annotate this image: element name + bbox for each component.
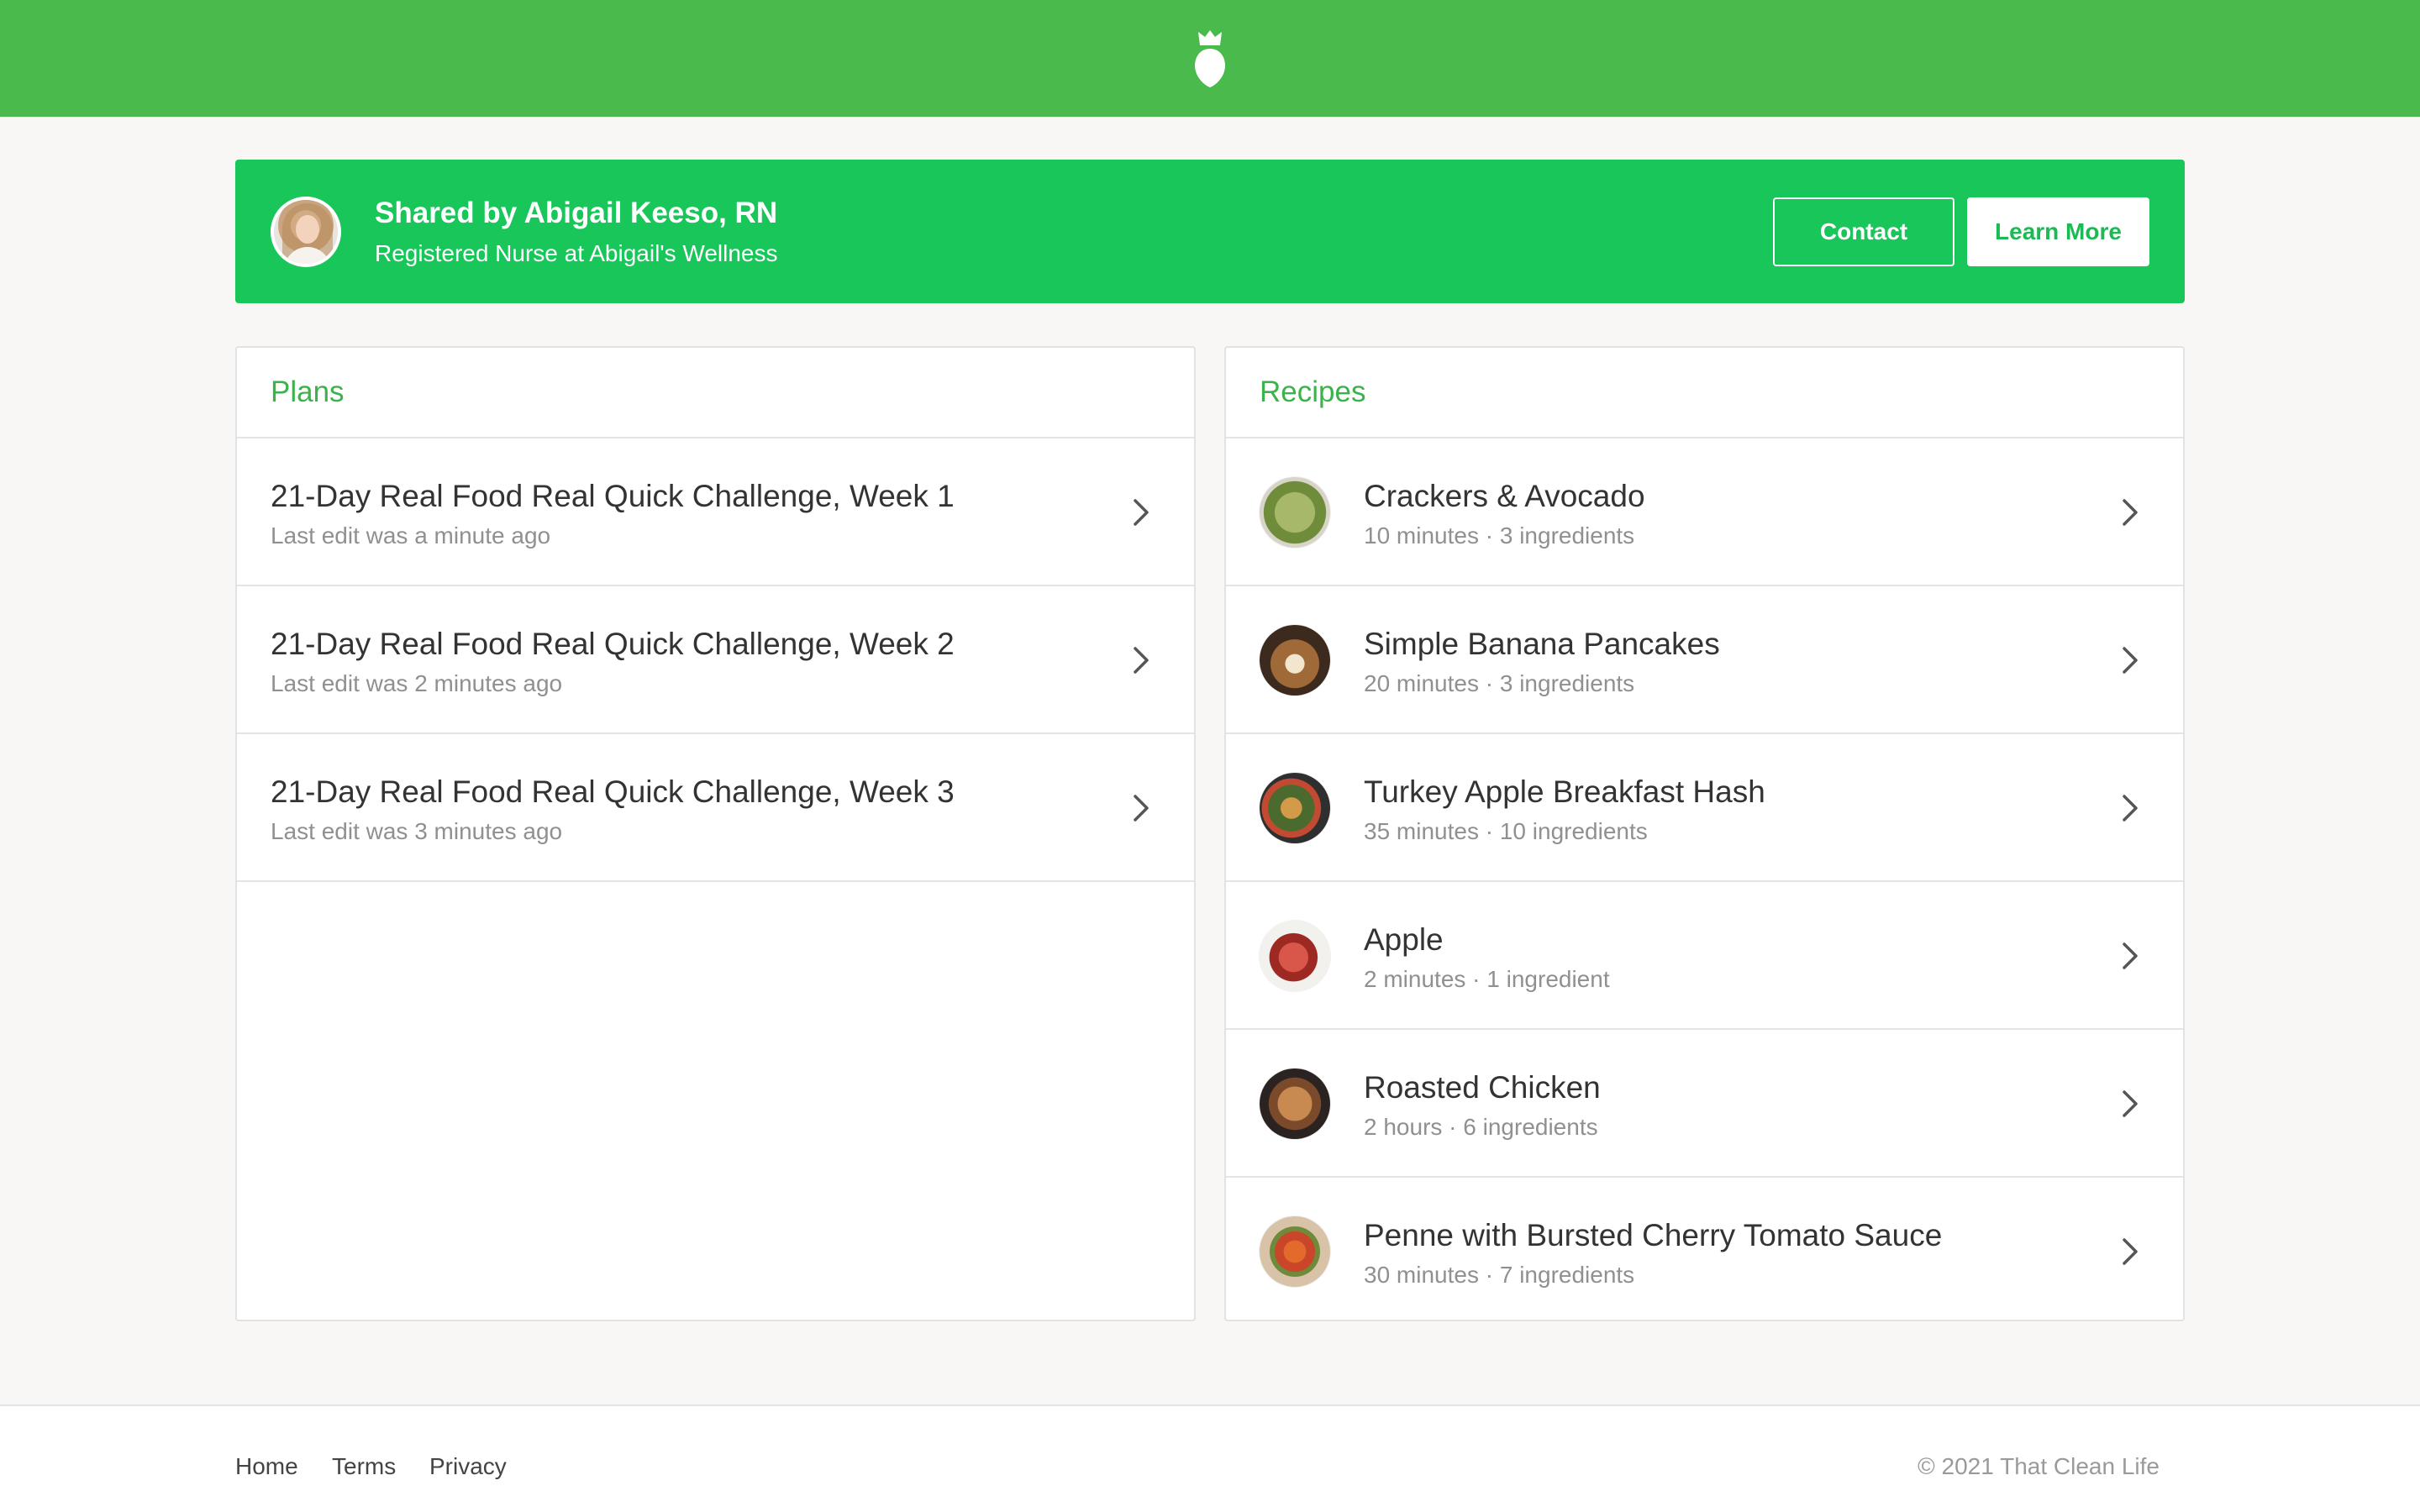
plans-header: Plans [237,348,1194,438]
plan-last-edit: Last edit was a minute ago [271,522,551,549]
recipe-meta: 10 minutes · 3 ingredients [1364,522,1635,549]
chevron-right-icon [1134,647,1149,674]
recipe-meta: 2 minutes · 1 ingredient [1364,966,1610,992]
recipe-meta: 20 minutes · 3 ingredients [1364,670,1635,696]
plans-panel: Plans 21-Day Real Food Real Quick Challe… [235,346,1196,1321]
plan-last-edit: Last edit was 2 minutes ago [271,670,563,696]
chevron-right-icon [1134,499,1149,526]
recipe-title: Simple Banana Pancakes [1364,627,1720,661]
chevron-right-icon [2123,499,2138,526]
plan-title: 21-Day Real Food Real Quick Challenge, W… [271,774,955,809]
recipe-thumbnail [1260,773,1330,843]
recipe-title: Apple [1364,922,1444,957]
plan-last-edit: Last edit was 3 minutes ago [271,818,563,844]
sprout-logo-icon[interactable] [1190,29,1230,89]
chevron-right-icon [2123,647,2138,674]
chevron-right-icon [2123,1238,2138,1265]
shared-by-title: Shared by Abigail Keeso, RN [375,197,778,229]
chevron-right-icon [2123,942,2138,969]
top-bar [0,0,2420,117]
recipe-meta: 35 minutes · 10 ingredients [1364,818,1648,844]
recipes-panel: Recipes Crackers & Avocado 10 minutes · … [1224,346,2185,1321]
avatar [271,197,341,267]
chevron-right-icon [1134,795,1149,822]
learn-more-button[interactable]: Learn More [1967,197,2149,266]
plans-title: Plans [271,375,345,408]
recipe-thumbnail [1260,477,1330,548]
footer: Home Terms Privacy © 2021 That Clean Lif… [0,1404,2420,1512]
recipe-item[interactable]: Apple 2 minutes · 1 ingredient [1226,882,2183,1030]
contact-button[interactable]: Contact [1773,197,1954,266]
plan-title: 21-Day Real Food Real Quick Challenge, W… [271,479,955,513]
recipe-title: Crackers & Avocado [1364,479,1645,513]
copyright-text: © 2021 That Clean Life [1918,1453,2160,1479]
plan-item[interactable]: 21-Day Real Food Real Quick Challenge, W… [237,438,1194,586]
recipe-title: Penne with Bursted Cherry Tomato Sauce [1364,1218,1943,1252]
recipe-item[interactable]: Turkey Apple Breakfast Hash 35 minutes ·… [1226,734,2183,882]
shared-by-subtitle: Registered Nurse at Abigail's Wellness [375,240,778,266]
recipe-item[interactable]: Simple Banana Pancakes 20 minutes · 3 in… [1226,586,2183,734]
plan-title: 21-Day Real Food Real Quick Challenge, W… [271,627,955,661]
recipe-title: Roasted Chicken [1364,1070,1601,1105]
recipe-item[interactable]: Penne with Bursted Cherry Tomato Sauce 3… [1226,1178,2183,1326]
chevron-right-icon [2123,1090,2138,1117]
recipes-title: Recipes [1260,375,1366,408]
plan-item[interactable]: 21-Day Real Food Real Quick Challenge, W… [237,586,1194,734]
recipe-thumbnail [1260,1068,1330,1139]
recipe-meta: 2 hours · 6 ingredients [1364,1114,1598,1140]
recipe-title: Turkey Apple Breakfast Hash [1364,774,1765,809]
footer-home-link[interactable]: Home [235,1453,298,1480]
plan-item[interactable]: 21-Day Real Food Real Quick Challenge, W… [237,734,1194,882]
footer-privacy-link[interactable]: Privacy [429,1453,507,1480]
chevron-right-icon [2123,795,2138,822]
recipe-meta: 30 minutes · 7 ingredients [1364,1262,1635,1288]
recipe-thumbnail [1260,1216,1330,1287]
recipe-thumbnail [1260,625,1330,696]
recipe-thumbnail [1260,921,1330,991]
shared-by-banner: Shared by Abigail Keeso, RN Registered N… [235,160,2185,303]
recipe-item[interactable]: Crackers & Avocado 10 minutes · 3 ingred… [1226,438,2183,586]
recipes-header: Recipes [1226,348,2183,438]
recipe-item[interactable]: Roasted Chicken 2 hours · 6 ingredients [1226,1030,2183,1178]
footer-terms-link[interactable]: Terms [332,1453,396,1480]
